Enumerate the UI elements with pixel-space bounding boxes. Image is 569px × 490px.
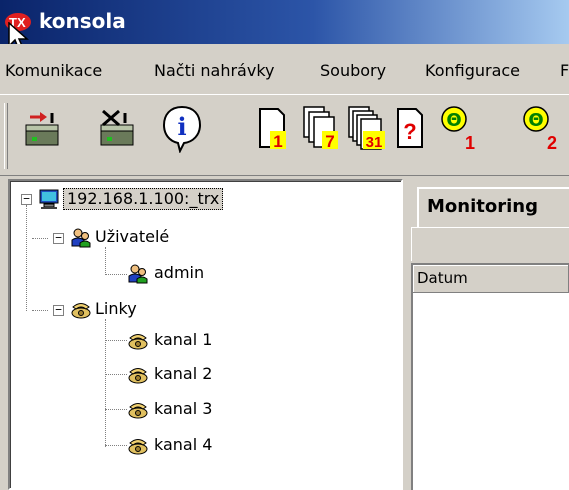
tree-node-admin[interactable]: admin [154,263,204,283]
column-header-datum[interactable]: Datum [413,265,569,293]
timer-1-icon: Θ 1 [441,106,475,153]
svg-text:?: ? [403,119,416,144]
svg-text:7: 7 [325,132,334,151]
users-collapse-toggle[interactable]: − [53,232,64,244]
tree-node-channel-3[interactable]: kanal 3 [154,399,212,419]
disconnect-icon [100,109,134,146]
tree-node-channel-2[interactable]: kanal 2 [154,364,212,384]
phone-icon [128,403,148,419]
pages-31-icon: 31 [348,106,385,151]
tree-connector [105,445,127,446]
lines-collapse-toggle[interactable]: − [53,304,64,316]
phone-icon [71,303,91,319]
tree-connector [105,340,127,341]
svg-text:1: 1 [273,132,282,151]
pages-7-button[interactable]: 7 [300,103,344,153]
tree-connector [32,238,48,239]
menu-truncated-item[interactable]: F [560,61,569,80]
user-icon [128,264,148,284]
root-collapse-toggle[interactable]: − [21,193,32,205]
svg-text:Θ: Θ [446,110,461,131]
timer-2-button[interactable]: Θ 2 [520,103,564,153]
users-icon [71,228,91,248]
phone-icon [128,439,148,455]
toolbar-grip[interactable] [4,103,8,169]
page-1-icon: 1 [259,108,286,151]
tree-connector [26,205,27,311]
title-bar[interactable]: TX konsola [0,0,569,52]
svg-text:Θ: Θ [528,110,543,131]
tree-node-root[interactable]: 192.168.1.100:_trx [63,188,224,210]
svg-text:31: 31 [366,134,383,151]
tab-monitoring[interactable]: Monitoring [417,187,569,227]
tree-connector [105,374,127,375]
pages-31-button[interactable]: 31 [345,103,389,153]
menu-bar: Komunikace Načti nahrávky Soubory Konfig… [0,44,569,94]
menu-konfigurace[interactable]: Konfigurace [425,61,520,80]
tree-node-users[interactable]: Uživatelé [95,227,169,247]
svg-text:i: i [177,112,186,141]
connect-button[interactable] [20,103,64,153]
pages-7-icon: 7 [303,106,338,151]
phone-icon [128,334,148,350]
window-title: konsola [39,9,126,33]
computer-icon [39,189,59,209]
phone-icon [128,368,148,384]
tree-connector [105,409,127,410]
timer-2-icon: Θ 2 [523,106,557,153]
tree-connector [105,274,127,275]
menu-komunikace[interactable]: Komunikace [5,61,102,80]
disconnect-button[interactable] [95,103,139,153]
panel-strip [411,227,569,261]
tree-connector [32,310,48,311]
tree-node-lines[interactable]: Linky [95,299,137,319]
tree-connector [105,319,106,447]
connect-icon [25,112,59,146]
svg-text:1: 1 [465,133,475,153]
tree-node-channel-1[interactable]: kanal 1 [154,330,212,350]
tree-connector [105,247,106,275]
svg-text:2: 2 [547,133,557,153]
monitoring-panel: Monitoring Datum [407,179,569,490]
menu-nacti-nahravky[interactable]: Načti nahrávky [154,61,274,80]
info-button[interactable]: i [160,103,204,154]
page-1-button[interactable]: 1 [254,103,298,153]
info-icon: i [162,105,202,154]
device-tree[interactable]: − 192.168.1.100:_trx − Uživatelé admin −… [8,179,403,490]
page-question-icon: ? [397,108,423,148]
tree-node-channel-4[interactable]: kanal 4 [154,435,212,455]
monitoring-list[interactable]: Datum [411,263,569,490]
page-question-button[interactable]: ? [392,103,436,153]
timer-1-button[interactable]: Θ 1 [438,103,482,153]
menu-soubory[interactable]: Soubory [320,61,386,80]
toolbar: i 1 7 31 ? Θ 1 Θ 2 [0,94,569,176]
